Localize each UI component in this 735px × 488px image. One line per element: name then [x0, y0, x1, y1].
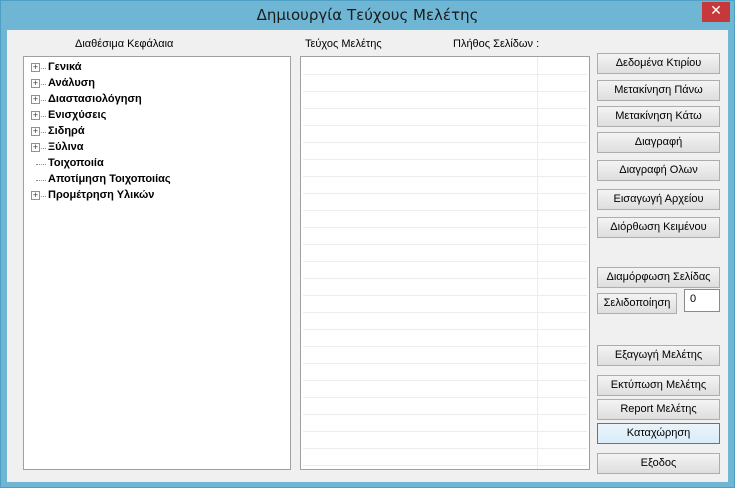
list-row[interactable]	[303, 296, 587, 313]
tree-connector-line	[41, 84, 46, 85]
exit-button[interactable]: Εξοδος	[597, 453, 720, 474]
tree-connector-line	[41, 100, 46, 101]
tree-item[interactable]: + Διαστασιολόγηση	[24, 92, 284, 108]
report-study-button[interactable]: Report Μελέτης	[597, 399, 720, 420]
close-button[interactable]: ✕	[702, 2, 730, 22]
tree-item[interactable]: + Προμέτρηση Υλικών	[24, 188, 284, 204]
dialog-window: Δημιουργία Τεύχους Μελέτης ✕ Διαθέσιμα Κ…	[0, 0, 735, 488]
list-row[interactable]	[303, 432, 587, 449]
delete-button[interactable]: Διαγραφή	[597, 132, 720, 153]
list-row[interactable]	[303, 75, 587, 92]
register-button[interactable]: Καταχώρηση	[597, 423, 720, 444]
page-setup-button[interactable]: Διαμόρφωση Σελίδας	[597, 267, 720, 288]
expand-icon[interactable]: +	[31, 143, 40, 152]
export-study-button[interactable]: Εξαγωγή Μελέτης	[597, 345, 720, 366]
expand-icon[interactable]: +	[31, 79, 40, 88]
tree-item-label: Προμέτρηση Υλικών	[48, 189, 155, 201]
move-down-button[interactable]: Μετακίνηση Κάτω	[597, 106, 720, 127]
building-data-button[interactable]: Δεδομένα Κτιρίου	[597, 53, 720, 74]
tree-item-label: Ενισχύσεις	[48, 109, 107, 121]
list-row[interactable]	[303, 245, 587, 262]
tree-item[interactable]: + Ξύλινα	[24, 140, 284, 156]
expand-icon[interactable]: +	[31, 191, 40, 200]
list-row[interactable]	[303, 58, 587, 75]
list-row[interactable]	[303, 177, 587, 194]
list-row[interactable]	[303, 109, 587, 126]
tree-connector-line	[41, 116, 46, 117]
tree-connector-line	[41, 196, 46, 197]
window-title: Δημιουργία Τεύχους Μελέτης	[256, 6, 479, 24]
list-row[interactable]	[303, 160, 587, 177]
tree-item-label: Ανάλυση	[48, 77, 96, 89]
list-row[interactable]	[303, 228, 587, 245]
list-row[interactable]	[303, 262, 587, 279]
list-row[interactable]	[303, 449, 587, 466]
list-row[interactable]	[303, 126, 587, 143]
expand-icon[interactable]: +	[31, 127, 40, 136]
title-bar[interactable]: Δημιουργία Τεύχους Μελέτης ✕	[1, 1, 734, 29]
tree-connector-line	[36, 180, 46, 181]
list-row[interactable]	[303, 415, 587, 432]
list-row[interactable]	[303, 398, 587, 415]
tree-item[interactable]: Αποτίμηση Τοιχοποιίας	[24, 172, 284, 188]
tree-item-label: Διαστασιολόγηση	[48, 93, 142, 105]
pagination-start-input[interactable]: 0	[684, 289, 720, 312]
list-row[interactable]	[303, 330, 587, 347]
study-document-label: Τεύχος Μελέτης	[305, 38, 382, 50]
tree-connector-line	[41, 68, 46, 69]
dialog-body: Διαθέσιμα Κεφάλαια Τεύχος Μελέτης Πλήθος…	[7, 30, 728, 482]
list-row[interactable]	[303, 381, 587, 398]
expand-icon[interactable]: +	[31, 95, 40, 104]
import-file-button[interactable]: Εισαγωγή Αρχείου	[597, 189, 720, 210]
study-chapters-list[interactable]	[300, 56, 590, 470]
tree-item[interactable]: + Ενισχύσεις	[24, 108, 284, 124]
pagination-button[interactable]: Σελιδοποίηση	[597, 293, 677, 314]
list-row[interactable]	[303, 92, 587, 109]
tree-connector-line	[41, 148, 46, 149]
tree-item-label: Τοιχοποιία	[48, 157, 104, 169]
tree-item[interactable]: + Γενικά	[24, 60, 284, 76]
list-row[interactable]	[303, 194, 587, 211]
tree-connector-line	[36, 164, 46, 165]
tree-item-label: Σιδηρά	[48, 125, 85, 137]
move-up-button[interactable]: Μετακίνηση Πάνω	[597, 80, 720, 101]
expand-icon[interactable]: +	[31, 111, 40, 120]
page-count-label: Πλήθος Σελίδων :	[453, 38, 540, 50]
list-row[interactable]	[303, 364, 587, 381]
list-row[interactable]	[303, 143, 587, 160]
tree-item-label: Ξύλινα	[48, 141, 84, 153]
edit-text-button[interactable]: Διόρθωση Κειμένου	[597, 217, 720, 238]
list-row[interactable]	[303, 347, 587, 364]
list-row[interactable]	[303, 211, 587, 228]
tree-item[interactable]: Τοιχοποιία	[24, 156, 284, 172]
tree-connector-line	[41, 132, 46, 133]
available-chapters-tree[interactable]: + Γενικά + Ανάλυση + Διαστασιολόγηση + Ενισχύσε…	[23, 56, 291, 470]
tree-item[interactable]: + Ανάλυση	[24, 76, 284, 92]
list-row[interactable]	[303, 313, 587, 330]
available-chapters-label: Διαθέσιμα Κεφάλαια	[75, 38, 174, 50]
print-study-button[interactable]: Εκτύπωση Μελέτης	[597, 375, 720, 396]
tree-item-label: Γενικά	[48, 61, 82, 73]
tree-item[interactable]: + Σιδηρά	[24, 124, 284, 140]
tree-item-label: Αποτίμηση Τοιχοποιίας	[48, 173, 171, 185]
expand-icon[interactable]: +	[31, 63, 40, 72]
list-row[interactable]	[303, 279, 587, 296]
delete-all-button[interactable]: Διαγραφή Ολων	[597, 160, 720, 181]
